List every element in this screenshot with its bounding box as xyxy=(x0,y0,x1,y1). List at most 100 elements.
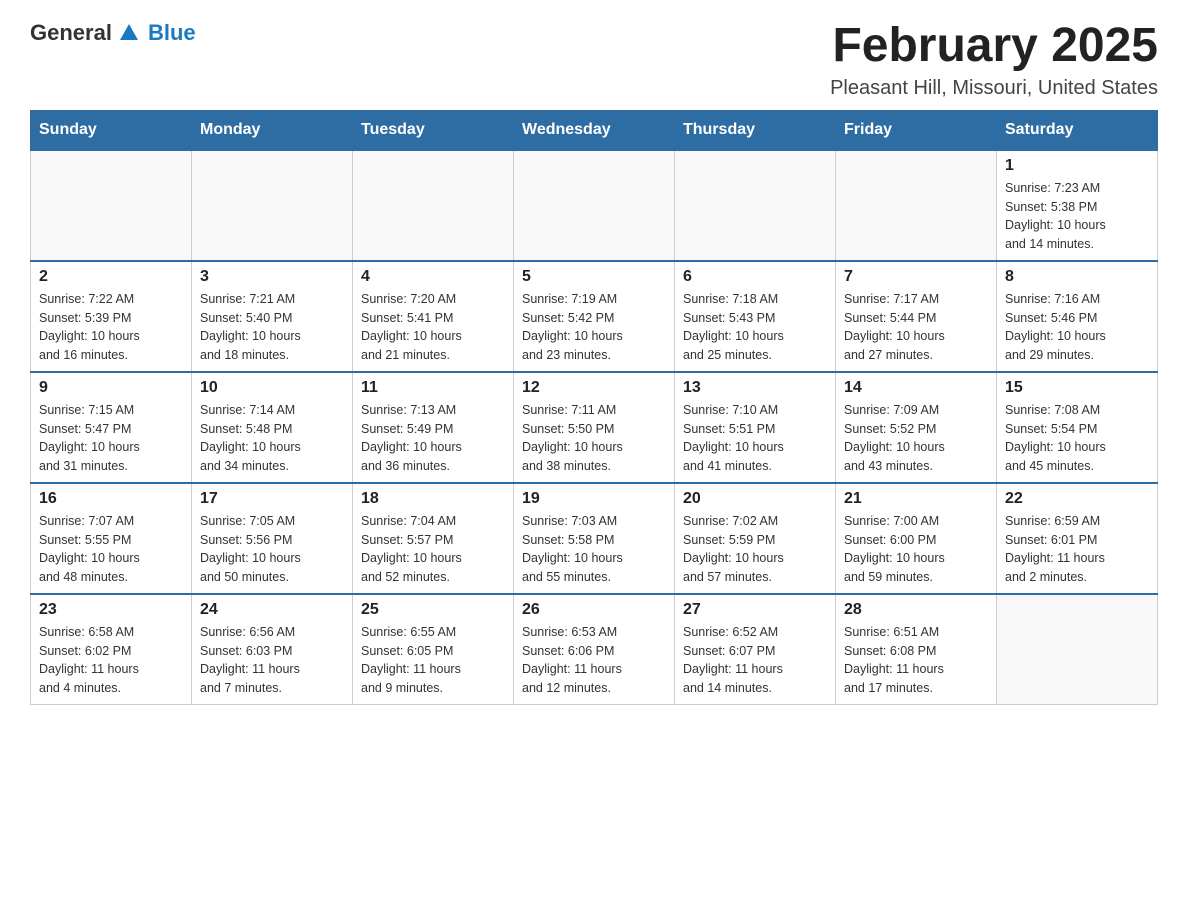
day-number: 20 xyxy=(683,490,827,508)
calendar-cell-w3-d3: 11Sunrise: 7:13 AM Sunset: 5:49 PM Dayli… xyxy=(353,372,514,483)
day-info: Sunrise: 7:16 AM Sunset: 5:46 PM Dayligh… xyxy=(1005,290,1149,365)
header-friday: Friday xyxy=(836,110,997,150)
calendar-week-4: 16 Sunrise: 7:07 AM Sunset: 5:55 PM Dayli… xyxy=(31,483,1158,594)
day-info: Sunrise: 7:13 AM Sunset: 5:49 PM Dayligh… xyxy=(361,401,505,476)
day-number: 21 xyxy=(844,490,988,508)
header-thursday: Thursday xyxy=(675,110,836,150)
calendar-cell-w3-d6: 14 Sunrise: 7:09 AM Sunset: 5:52 PM Dayli… xyxy=(836,372,997,483)
calendar-cell-w2-d6: 7 Sunrise: 7:17 AM Sunset: 5:44 PM Daylig… xyxy=(836,261,997,372)
calendar-cell-w1-d6 xyxy=(836,150,997,261)
day-info: Sunrise: 7:05 AM Sunset: 5:56 PM Dayligh… xyxy=(200,512,344,587)
calendar-cell-w1-d5 xyxy=(675,150,836,261)
calendar-cell-w1-d4 xyxy=(514,150,675,261)
day-number: 1 xyxy=(1005,157,1149,175)
calendar-cell-w5-d1: 23 Sunrise: 6:58 AM Sunset: 6:02 PM Dayli… xyxy=(31,594,192,705)
calendar-cell-w5-d7 xyxy=(997,594,1158,705)
day-number: 16 xyxy=(39,490,183,508)
day-info: Sunrise: 7:18 AM Sunset: 5:43 PM Dayligh… xyxy=(683,290,827,365)
calendar-cell-w1-d3 xyxy=(353,150,514,261)
day-info: Sunrise: 7:10 AM Sunset: 5:51 PM Dayligh… xyxy=(683,401,827,476)
day-number: 19 xyxy=(522,490,666,508)
day-number: 28 xyxy=(844,601,988,619)
day-info: Sunrise: 7:02 AM Sunset: 5:59 PM Dayligh… xyxy=(683,512,827,587)
day-number: 14 xyxy=(844,379,988,397)
day-info: Sunrise: 6:52 AM Sunset: 6:07 PM Dayligh… xyxy=(683,623,827,698)
calendar-cell-w1-d7: 1Sunrise: 7:23 AM Sunset: 5:38 PM Daylig… xyxy=(997,150,1158,261)
day-info: Sunrise: 6:51 AM Sunset: 6:08 PM Dayligh… xyxy=(844,623,988,698)
calendar-cell-w5-d6: 28 Sunrise: 6:51 AM Sunset: 6:08 PM Dayli… xyxy=(836,594,997,705)
calendar-cell-w3-d5: 13 Sunrise: 7:10 AM Sunset: 5:51 PM Dayli… xyxy=(675,372,836,483)
day-number: 3 xyxy=(200,268,344,286)
calendar-cell-w3-d1: 9 Sunrise: 7:15 AM Sunset: 5:47 PM Daylig… xyxy=(31,372,192,483)
day-number: 23 xyxy=(39,601,183,619)
calendar-cell-w5-d5: 27 Sunrise: 6:52 AM Sunset: 6:07 PM Dayli… xyxy=(675,594,836,705)
calendar-cell-w1-d1 xyxy=(31,150,192,261)
day-number: 24 xyxy=(200,601,344,619)
day-info: Sunrise: 6:58 AM Sunset: 6:02 PM Dayligh… xyxy=(39,623,183,698)
header-wednesday: Wednesday xyxy=(514,110,675,150)
day-info: Sunrise: 7:15 AM Sunset: 5:47 PM Dayligh… xyxy=(39,401,183,476)
day-number: 7 xyxy=(844,268,988,286)
day-number: 27 xyxy=(683,601,827,619)
day-info: Sunrise: 7:04 AM Sunset: 5:57 PM Dayligh… xyxy=(361,512,505,587)
calendar-cell-w5-d3: 25 Sunrise: 6:55 AM Sunset: 6:05 PM Dayli… xyxy=(353,594,514,705)
calendar-cell-w4-d5: 20 Sunrise: 7:02 AM Sunset: 5:59 PM Dayli… xyxy=(675,483,836,594)
calendar-cell-w5-d4: 26Sunrise: 6:53 AM Sunset: 6:06 PM Dayli… xyxy=(514,594,675,705)
calendar-cell-w3-d4: 12 Sunrise: 7:11 AM Sunset: 5:50 PM Dayli… xyxy=(514,372,675,483)
day-info: Sunrise: 7:00 AM Sunset: 6:00 PM Dayligh… xyxy=(844,512,988,587)
month-title: February 2025 xyxy=(830,20,1158,73)
calendar-header-row: Sunday Monday Tuesday Wednesday Thursday… xyxy=(31,110,1158,150)
calendar-cell-w2-d7: 8 Sunrise: 7:16 AM Sunset: 5:46 PM Daylig… xyxy=(997,261,1158,372)
day-info: Sunrise: 7:21 AM Sunset: 5:40 PM Dayligh… xyxy=(200,290,344,365)
header-sunday: Sunday xyxy=(31,110,192,150)
calendar-cell-w2-d4: 5 Sunrise: 7:19 AM Sunset: 5:42 PM Daylig… xyxy=(514,261,675,372)
title-block: February 2025 Pleasant Hill, Missouri, U… xyxy=(830,20,1158,100)
day-info: Sunrise: 6:56 AM Sunset: 6:03 PM Dayligh… xyxy=(200,623,344,698)
header-tuesday: Tuesday xyxy=(353,110,514,150)
day-number: 18 xyxy=(361,490,505,508)
day-info: Sunrise: 6:55 AM Sunset: 6:05 PM Dayligh… xyxy=(361,623,505,698)
day-info: Sunrise: 7:03 AM Sunset: 5:58 PM Dayligh… xyxy=(522,512,666,587)
day-info: Sunrise: 7:17 AM Sunset: 5:44 PM Dayligh… xyxy=(844,290,988,365)
day-number: 12 xyxy=(522,379,666,397)
day-info: Sunrise: 7:20 AM Sunset: 5:41 PM Dayligh… xyxy=(361,290,505,365)
day-number: 10 xyxy=(200,379,344,397)
day-info: Sunrise: 7:11 AM Sunset: 5:50 PM Dayligh… xyxy=(522,401,666,476)
day-number: 8 xyxy=(1005,268,1149,286)
calendar-table: Sunday Monday Tuesday Wednesday Thursday… xyxy=(30,110,1158,705)
calendar-week-5: 23 Sunrise: 6:58 AM Sunset: 6:02 PM Dayli… xyxy=(31,594,1158,705)
calendar-cell-w2-d5: 6Sunrise: 7:18 AM Sunset: 5:43 PM Daylig… xyxy=(675,261,836,372)
day-info: Sunrise: 7:14 AM Sunset: 5:48 PM Dayligh… xyxy=(200,401,344,476)
logo: General Blue xyxy=(30,20,196,46)
calendar-cell-w3-d7: 15Sunrise: 7:08 AM Sunset: 5:54 PM Dayli… xyxy=(997,372,1158,483)
calendar-week-3: 9 Sunrise: 7:15 AM Sunset: 5:47 PM Daylig… xyxy=(31,372,1158,483)
page-header: General Blue February 2025 Pleasant Hill… xyxy=(30,20,1158,100)
day-info: Sunrise: 6:53 AM Sunset: 6:06 PM Dayligh… xyxy=(522,623,666,698)
day-number: 9 xyxy=(39,379,183,397)
day-info: Sunrise: 7:07 AM Sunset: 5:55 PM Dayligh… xyxy=(39,512,183,587)
day-number: 13 xyxy=(683,379,827,397)
calendar-cell-w4-d7: 22 Sunrise: 6:59 AM Sunset: 6:01 PM Dayli… xyxy=(997,483,1158,594)
calendar-cell-w2-d1: 2 Sunrise: 7:22 AM Sunset: 5:39 PM Daylig… xyxy=(31,261,192,372)
location-subtitle: Pleasant Hill, Missouri, United States xyxy=(830,77,1158,100)
day-number: 5 xyxy=(522,268,666,286)
calendar-cell-w5-d2: 24 Sunrise: 6:56 AM Sunset: 6:03 PM Dayli… xyxy=(192,594,353,705)
calendar-cell-w4-d3: 18 Sunrise: 7:04 AM Sunset: 5:57 PM Dayli… xyxy=(353,483,514,594)
calendar-cell-w4-d6: 21 Sunrise: 7:00 AM Sunset: 6:00 PM Dayli… xyxy=(836,483,997,594)
day-number: 22 xyxy=(1005,490,1149,508)
day-number: 17 xyxy=(200,490,344,508)
day-number: 25 xyxy=(361,601,505,619)
day-info: Sunrise: 7:19 AM Sunset: 5:42 PM Dayligh… xyxy=(522,290,666,365)
day-number: 2 xyxy=(39,268,183,286)
logo-icon xyxy=(118,22,140,44)
calendar-cell-w2-d2: 3 Sunrise: 7:21 AM Sunset: 5:40 PM Daylig… xyxy=(192,261,353,372)
calendar-week-2: 2 Sunrise: 7:22 AM Sunset: 5:39 PM Daylig… xyxy=(31,261,1158,372)
logo-text-general: General xyxy=(30,20,112,46)
day-info: Sunrise: 6:59 AM Sunset: 6:01 PM Dayligh… xyxy=(1005,512,1149,587)
header-saturday: Saturday xyxy=(997,110,1158,150)
day-info: Sunrise: 7:22 AM Sunset: 5:39 PM Dayligh… xyxy=(39,290,183,365)
day-info: Sunrise: 7:09 AM Sunset: 5:52 PM Dayligh… xyxy=(844,401,988,476)
logo-text-blue: Blue xyxy=(148,20,196,46)
calendar-cell-w4-d1: 16 Sunrise: 7:07 AM Sunset: 5:55 PM Dayli… xyxy=(31,483,192,594)
calendar-cell-w3-d2: 10 Sunrise: 7:14 AM Sunset: 5:48 PM Dayli… xyxy=(192,372,353,483)
